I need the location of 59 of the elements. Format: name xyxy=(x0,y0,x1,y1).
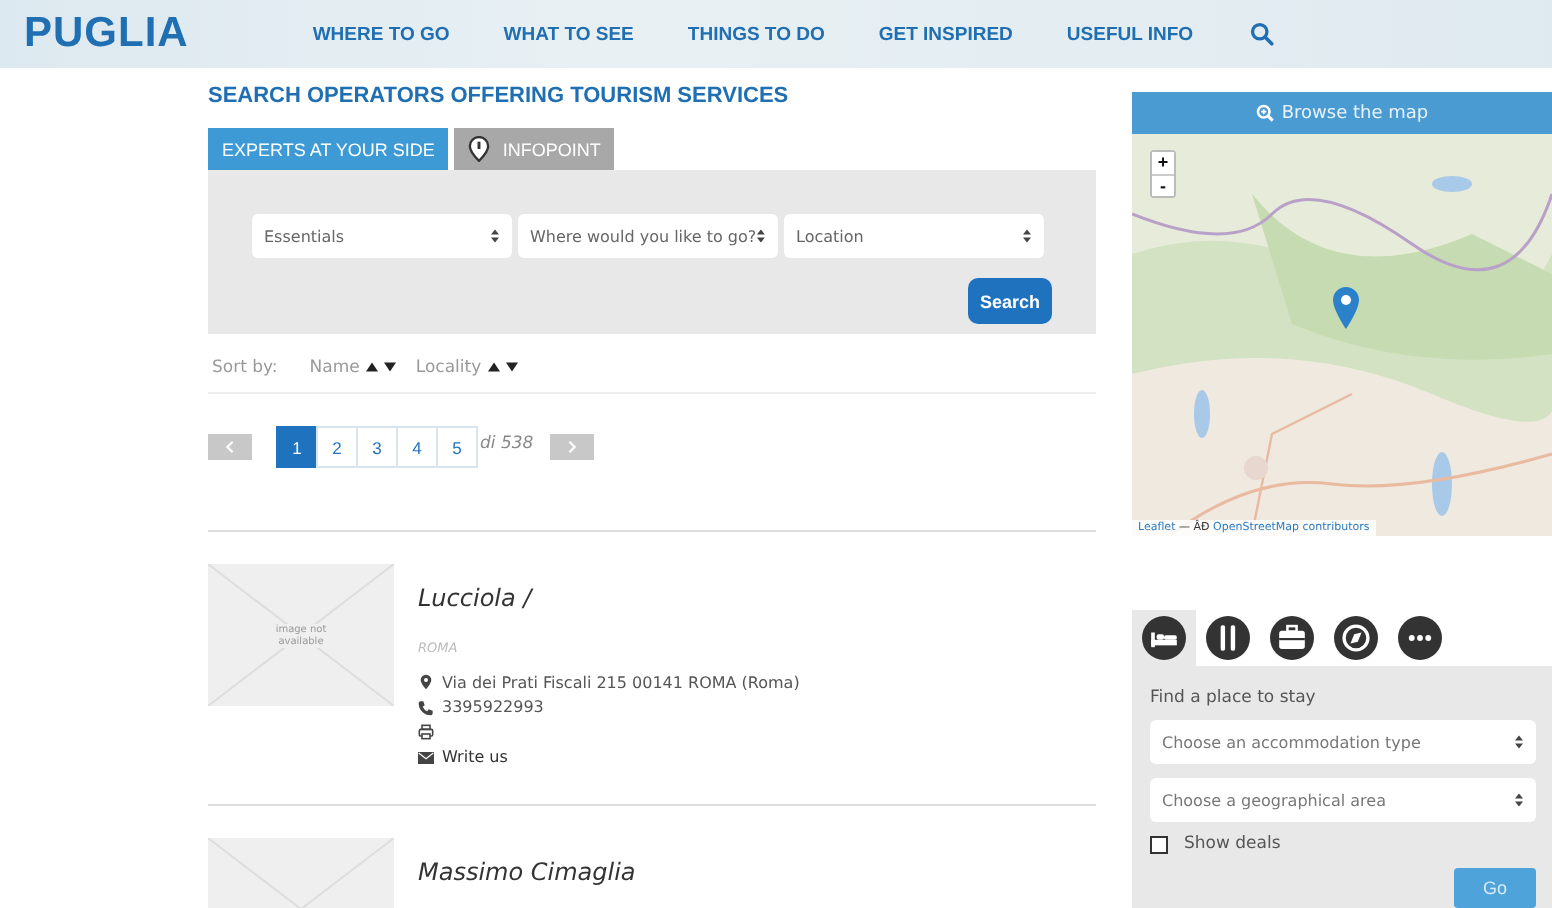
chevron-left-icon xyxy=(226,440,234,454)
finder-title: Find a place to stay xyxy=(1150,688,1318,708)
location-pin-icon xyxy=(418,674,434,691)
page-button[interactable]: 3 xyxy=(356,426,398,468)
result-name[interactable]: Massimo Cimaglia xyxy=(418,858,636,886)
nav-link[interactable]: THINGS TO DO xyxy=(687,23,825,45)
category-tab[interactable] xyxy=(1132,610,1196,666)
map-marker-icon[interactable] xyxy=(1332,286,1360,330)
print-icon[interactable] xyxy=(418,724,434,741)
search-icon[interactable] xyxy=(1249,22,1274,46)
checkbox[interactable] xyxy=(1150,835,1168,853)
caret-icon xyxy=(490,228,500,244)
briefcase-icon xyxy=(1270,616,1314,660)
sort-down-icon[interactable] xyxy=(505,362,518,372)
more-icon xyxy=(1398,616,1442,660)
sort-up-icon[interactable] xyxy=(365,362,378,372)
page-total: di 538 xyxy=(480,433,534,453)
sort-option[interactable]: Locality xyxy=(415,357,482,377)
page-button[interactable]: 2 xyxy=(316,426,358,468)
compass-icon xyxy=(1334,616,1378,660)
zoom-in-icon xyxy=(1255,104,1274,122)
chevron-right-icon xyxy=(567,440,576,454)
sort-label: Sort by: xyxy=(212,357,278,377)
nav-link[interactable]: WHERE TO GO xyxy=(312,23,450,45)
write-us-link[interactable]: Write us xyxy=(442,748,508,767)
zoom-button[interactable]: - xyxy=(1152,174,1174,196)
tab[interactable]: EXPERTS AT YOUR SIDE xyxy=(208,128,449,170)
select-field[interactable]: Where would you like to go? xyxy=(518,214,778,258)
sort-up-icon[interactable] xyxy=(487,362,500,372)
nav-link[interactable]: USEFUL INFO xyxy=(1066,23,1194,45)
caret-icon xyxy=(756,228,766,244)
result-address: Via dei Prati Fiscali 215 00141 ROMA (Roma) xyxy=(442,673,800,692)
nav-link[interactable]: GET INSPIRED xyxy=(878,23,1013,45)
bed-icon xyxy=(1142,616,1186,660)
page-button[interactable]: 1 xyxy=(276,426,318,468)
pin-icon xyxy=(468,136,491,162)
checkbox-label: Show deals xyxy=(1184,834,1281,854)
nav-link[interactable]: WHAT TO SEE xyxy=(503,23,634,45)
select-field[interactable]: Essentials xyxy=(252,214,512,258)
sort-option[interactable]: Name xyxy=(309,357,360,377)
caret-icon xyxy=(1022,228,1032,244)
phone-icon xyxy=(418,699,434,716)
page-button[interactable]: 5 xyxy=(436,426,478,468)
select-field[interactable]: Choose an accommodation type xyxy=(1150,720,1536,764)
page-button[interactable]: 4 xyxy=(396,426,438,468)
search-button[interactable]: Search xyxy=(968,278,1052,324)
map-header-text: Browse the map xyxy=(1281,103,1429,123)
select-field[interactable]: Location xyxy=(784,214,1044,258)
caret-icon xyxy=(1514,792,1524,808)
select-field[interactable]: Choose a geographical area xyxy=(1150,778,1536,822)
envelope-icon xyxy=(418,749,434,766)
result-name[interactable]: Lucciola / xyxy=(418,584,800,612)
page-title: SEARCH OPERATORS OFFERING TOURISM SERVICES xyxy=(208,84,791,108)
result-phone[interactable]: 3395922993 xyxy=(442,698,544,717)
caret-icon xyxy=(1514,734,1524,750)
tab[interactable]: INFOPOINT xyxy=(454,128,615,170)
site-logo[interactable]: PUGLIA xyxy=(24,10,189,58)
browse-map-bar[interactable]: Browse the map xyxy=(1132,92,1552,134)
sort-down-icon[interactable] xyxy=(383,362,396,372)
